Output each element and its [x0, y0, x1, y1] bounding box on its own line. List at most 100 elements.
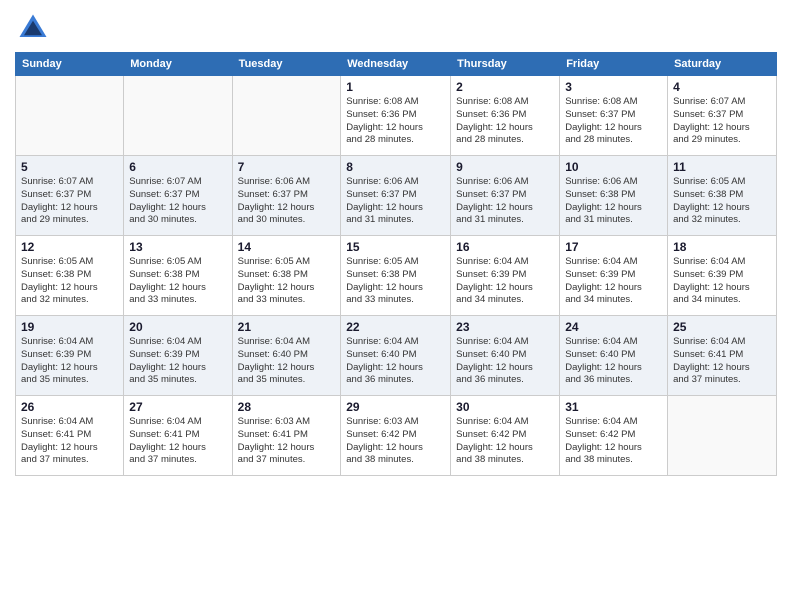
page: SundayMondayTuesdayWednesdayThursdayFrid… — [0, 0, 792, 612]
day-info: Sunrise: 6:07 AM Sunset: 6:37 PM Dayligh… — [21, 176, 118, 227]
calendar-cell: 3Sunrise: 6:08 AM Sunset: 6:37 PM Daylig… — [560, 76, 668, 156]
day-info: Sunrise: 6:04 AM Sunset: 6:40 PM Dayligh… — [238, 336, 336, 387]
calendar-cell: 21 Sunrise: 6:04 AM Sunset: 6:40 PM Dayli… — [232, 316, 341, 396]
calendar-cell: 20Sunrise: 6:04 AM Sunset: 6:39 PM Dayli… — [124, 316, 232, 396]
calendar-cell: 14 Sunrise: 6:05 AM Sunset: 6:38 PM Dayli… — [232, 236, 341, 316]
weekday-header-row: SundayMondayTuesdayWednesdayThursdayFrid… — [16, 53, 777, 76]
calendar-cell — [124, 76, 232, 156]
day-info: Sunrise: 6:07 AM Sunset: 6:37 PM Dayligh… — [673, 96, 771, 147]
day-info: Sunrise: 6:06 AM Sunset: 6:38 PM Dayligh… — [565, 176, 662, 227]
logo — [15, 10, 57, 46]
day-number: 23 — [456, 320, 554, 334]
calendar-cell: 18 Sunrise: 6:04 AM Sunset: 6:39 PM Dayli… — [668, 236, 777, 316]
day-number: 19 — [21, 320, 118, 334]
day-info: Sunrise: 6:04 AM Sunset: 6:41 PM Dayligh… — [673, 336, 771, 387]
calendar-cell — [16, 76, 124, 156]
calendar-cell: 26Sunrise: 6:04 AM Sunset: 6:41 PM Dayli… — [16, 396, 124, 476]
day-info: Sunrise: 6:04 AM Sunset: 6:42 PM Dayligh… — [565, 416, 662, 467]
day-number: 14 — [238, 240, 336, 254]
day-info: Sunrise: 6:08 AM Sunset: 6:37 PM Dayligh… — [565, 96, 662, 147]
calendar-cell: 22 Sunrise: 6:04 AM Sunset: 6:40 PM Dayli… — [341, 316, 451, 396]
weekday-header-sunday: Sunday — [16, 53, 124, 76]
day-number: 10 — [565, 160, 662, 174]
day-info: Sunrise: 6:05 AM Sunset: 6:38 PM Dayligh… — [129, 256, 226, 307]
calendar-cell: 24 Sunrise: 6:04 AM Sunset: 6:40 PM Dayli… — [560, 316, 668, 396]
day-info: Sunrise: 6:04 AM Sunset: 6:41 PM Dayligh… — [129, 416, 226, 467]
day-number: 24 — [565, 320, 662, 334]
calendar-cell: 29 Sunrise: 6:03 AM Sunset: 6:42 PM Dayli… — [341, 396, 451, 476]
day-number: 11 — [673, 160, 771, 174]
day-number: 31 — [565, 400, 662, 414]
calendar-cell: 15 Sunrise: 6:05 AM Sunset: 6:38 PM Dayli… — [341, 236, 451, 316]
day-number: 15 — [346, 240, 445, 254]
day-info: Sunrise: 6:06 AM Sunset: 6:37 PM Dayligh… — [456, 176, 554, 227]
calendar-cell: 30 Sunrise: 6:04 AM Sunset: 6:42 PM Dayli… — [451, 396, 560, 476]
day-info: Sunrise: 6:08 AM Sunset: 6:36 PM Dayligh… — [456, 96, 554, 147]
calendar-cell: 19 Sunrise: 6:04 AM Sunset: 6:39 PM Dayli… — [16, 316, 124, 396]
calendar-week-row: 5 Sunrise: 6:07 AM Sunset: 6:37 PM Daylig… — [16, 156, 777, 236]
day-number: 25 — [673, 320, 771, 334]
day-number: 30 — [456, 400, 554, 414]
day-number: 12 — [21, 240, 118, 254]
day-info: Sunrise: 6:03 AM Sunset: 6:41 PM Dayligh… — [238, 416, 336, 467]
day-number: 4 — [673, 80, 771, 94]
day-number: 22 — [346, 320, 445, 334]
day-info: Sunrise: 6:04 AM Sunset: 6:42 PM Dayligh… — [456, 416, 554, 467]
day-info: Sunrise: 6:08 AM Sunset: 6:36 PM Dayligh… — [346, 96, 445, 147]
calendar-cell: 10 Sunrise: 6:06 AM Sunset: 6:38 PM Dayli… — [560, 156, 668, 236]
day-number: 5 — [21, 160, 118, 174]
day-info: Sunrise: 6:04 AM Sunset: 6:41 PM Dayligh… — [21, 416, 118, 467]
day-number: 1 — [346, 80, 445, 94]
day-number: 29 — [346, 400, 445, 414]
day-info: Sunrise: 6:03 AM Sunset: 6:42 PM Dayligh… — [346, 416, 445, 467]
day-info: Sunrise: 6:04 AM Sunset: 6:39 PM Dayligh… — [673, 256, 771, 307]
day-number: 9 — [456, 160, 554, 174]
calendar-cell: 4 Sunrise: 6:07 AM Sunset: 6:37 PM Daylig… — [668, 76, 777, 156]
calendar-cell: 13 Sunrise: 6:05 AM Sunset: 6:38 PM Dayli… — [124, 236, 232, 316]
calendar-cell: 28 Sunrise: 6:03 AM Sunset: 6:41 PM Dayli… — [232, 396, 341, 476]
day-number: 18 — [673, 240, 771, 254]
calendar-week-row: 19 Sunrise: 6:04 AM Sunset: 6:39 PM Dayli… — [16, 316, 777, 396]
calendar-cell — [668, 396, 777, 476]
day-info: Sunrise: 6:06 AM Sunset: 6:37 PM Dayligh… — [346, 176, 445, 227]
calendar-cell: 25 Sunrise: 6:04 AM Sunset: 6:41 PM Dayli… — [668, 316, 777, 396]
weekday-header-wednesday: Wednesday — [341, 53, 451, 76]
calendar-week-row: 12 Sunrise: 6:05 AM Sunset: 6:38 PM Dayli… — [16, 236, 777, 316]
day-info: Sunrise: 6:05 AM Sunset: 6:38 PM Dayligh… — [346, 256, 445, 307]
weekday-header-thursday: Thursday — [451, 53, 560, 76]
day-info: Sunrise: 6:05 AM Sunset: 6:38 PM Dayligh… — [238, 256, 336, 307]
logo-icon — [15, 10, 51, 46]
calendar: SundayMondayTuesdayWednesdayThursdayFrid… — [15, 52, 777, 476]
day-number: 21 — [238, 320, 336, 334]
day-info: Sunrise: 6:04 AM Sunset: 6:39 PM Dayligh… — [565, 256, 662, 307]
day-info: Sunrise: 6:04 AM Sunset: 6:39 PM Dayligh… — [456, 256, 554, 307]
header — [15, 10, 777, 46]
day-number: 6 — [129, 160, 226, 174]
weekday-header-monday: Monday — [124, 53, 232, 76]
calendar-cell: 7 Sunrise: 6:06 AM Sunset: 6:37 PM Daylig… — [232, 156, 341, 236]
day-number: 17 — [565, 240, 662, 254]
calendar-cell: 2 Sunrise: 6:08 AM Sunset: 6:36 PM Daylig… — [451, 76, 560, 156]
calendar-cell: 16 Sunrise: 6:04 AM Sunset: 6:39 PM Dayli… — [451, 236, 560, 316]
calendar-cell: 5 Sunrise: 6:07 AM Sunset: 6:37 PM Daylig… — [16, 156, 124, 236]
day-number: 8 — [346, 160, 445, 174]
weekday-header-saturday: Saturday — [668, 53, 777, 76]
calendar-cell: 12 Sunrise: 6:05 AM Sunset: 6:38 PM Dayli… — [16, 236, 124, 316]
day-info: Sunrise: 6:06 AM Sunset: 6:37 PM Dayligh… — [238, 176, 336, 227]
calendar-cell: 11Sunrise: 6:05 AM Sunset: 6:38 PM Dayli… — [668, 156, 777, 236]
day-number: 28 — [238, 400, 336, 414]
day-number: 2 — [456, 80, 554, 94]
calendar-cell: 8 Sunrise: 6:06 AM Sunset: 6:37 PM Daylig… — [341, 156, 451, 236]
day-info: Sunrise: 6:04 AM Sunset: 6:40 PM Dayligh… — [346, 336, 445, 387]
day-number: 13 — [129, 240, 226, 254]
day-number: 16 — [456, 240, 554, 254]
day-info: Sunrise: 6:05 AM Sunset: 6:38 PM Dayligh… — [21, 256, 118, 307]
day-number: 20 — [129, 320, 226, 334]
weekday-header-tuesday: Tuesday — [232, 53, 341, 76]
calendar-cell: 1 Sunrise: 6:08 AM Sunset: 6:36 PM Daylig… — [341, 76, 451, 156]
day-number: 7 — [238, 160, 336, 174]
day-number: 27 — [129, 400, 226, 414]
day-info: Sunrise: 6:04 AM Sunset: 6:40 PM Dayligh… — [565, 336, 662, 387]
day-info: Sunrise: 6:04 AM Sunset: 6:39 PM Dayligh… — [21, 336, 118, 387]
weekday-header-friday: Friday — [560, 53, 668, 76]
